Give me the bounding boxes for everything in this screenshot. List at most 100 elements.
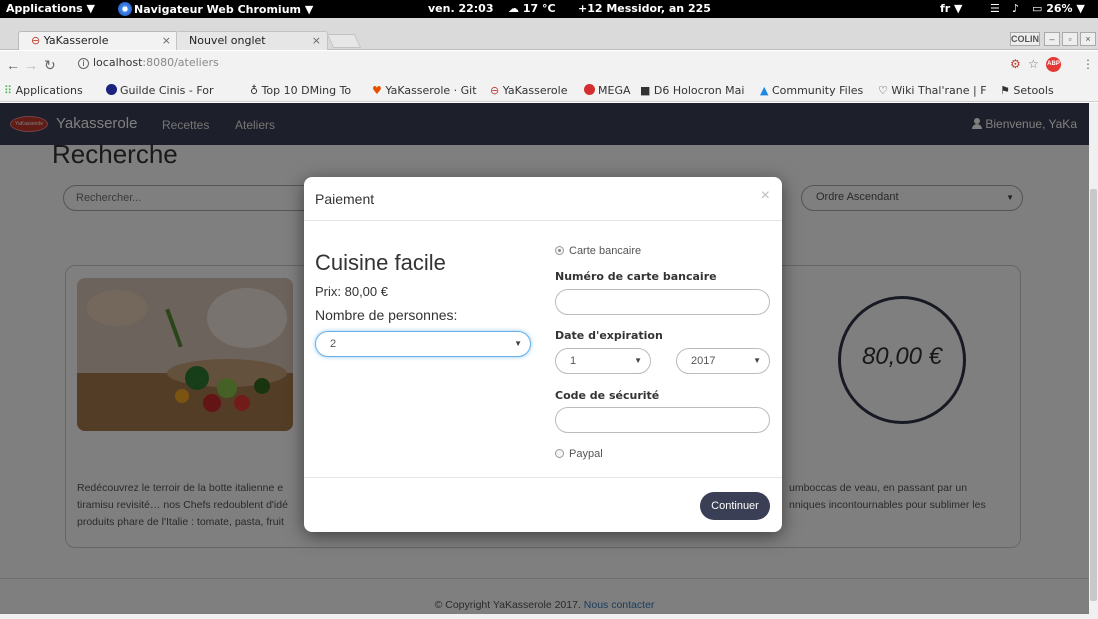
bookmarks-bar: ⠿ Applications Guilde Cinis - For ♁ Top …: [0, 81, 1098, 102]
bookmark-dming[interactable]: ♁ Top 10 DMing To: [250, 84, 351, 97]
tab-label: YaKasserole: [43, 34, 109, 47]
card-option-label: Carte bancaire: [569, 245, 642, 257]
holocron-icon: ■: [640, 84, 651, 97]
bookmark-label: Guilde Cinis - For: [120, 84, 214, 97]
bookmark-label: Setools: [1013, 84, 1054, 97]
close-icon[interactable]: ×: [162, 34, 171, 47]
persons-label: Nombre de personnes:: [315, 307, 458, 323]
card-radio-option[interactable]: Carte bancaire: [555, 245, 641, 257]
bookmark-label: Applications: [15, 84, 83, 97]
bookmark-label: Top 10 DMing To: [261, 84, 352, 97]
bookmark-label: MEGA: [598, 84, 631, 97]
modal-title: Paiement: [315, 191, 375, 207]
minimize-icon[interactable]: –: [1044, 32, 1060, 46]
expiry-year-value: 2017: [691, 355, 716, 367]
bookmark-holocron[interactable]: ■ D6 Holocron Mai: [640, 84, 744, 97]
bookmark-applications[interactable]: ⠿ Applications: [4, 84, 83, 97]
battery-level: 26% ▼: [1046, 2, 1085, 15]
tab-new[interactable]: Nouvel onglet ×: [176, 31, 328, 50]
maximize-icon[interactable]: ▫: [1062, 32, 1078, 46]
continue-button[interactable]: Continuer: [700, 492, 770, 520]
cvv-label: Code de sécurité: [555, 389, 660, 402]
mega-icon: [584, 84, 595, 95]
card-number-input[interactable]: [555, 289, 770, 315]
url-host: localhost: [93, 56, 143, 69]
apps-grid-icon: ⠿: [4, 84, 13, 97]
course-title: Cuisine facile: [315, 250, 446, 275]
paypal-radio-option[interactable]: Paypal: [555, 448, 603, 460]
expiry-label: Date d'expiration: [555, 329, 663, 342]
modal-footer: Continuer: [304, 477, 782, 532]
cvv-input[interactable]: [555, 407, 770, 433]
reload-icon[interactable]: ↻: [44, 57, 56, 74]
active-app-label: Navigateur Web Chromium ▼: [134, 3, 314, 16]
pin-icon: ♁: [250, 84, 259, 97]
weather-temp: 17 °C: [522, 2, 556, 15]
persons-value: 2: [330, 338, 337, 350]
active-app-menu[interactable]: Navigateur Web Chromium ▼: [118, 2, 313, 16]
tab-label: Nouvel onglet: [189, 34, 266, 47]
menu-dots-icon[interactable]: ⋮: [1082, 57, 1094, 71]
browser-toolbar: ← → ↻ i localhost:8080/ateliers ⚙ ☆ ⋮: [0, 51, 1098, 81]
close-icon[interactable]: ×: [312, 34, 321, 47]
chromium-icon: [118, 2, 132, 16]
window-close-icon[interactable]: ×: [1080, 32, 1096, 46]
expiry-year-select[interactable]: 2017 ▼: [676, 348, 770, 374]
profile-badge[interactable]: COLIN: [1010, 32, 1040, 46]
guilde-icon: [106, 84, 117, 95]
persons-select[interactable]: 2 ▼: [315, 331, 531, 357]
bookmark-wiki[interactable]: ♡ Wiki Thal'rane | F: [878, 84, 987, 97]
clock[interactable]: ven. 22:03: [428, 2, 493, 15]
bookmark-label: Wiki Thal'rane | F: [891, 84, 987, 97]
tab-yakasserole[interactable]: ⊖ YaKasserole ×: [18, 31, 178, 50]
bookmark-mega[interactable]: MEGA: [584, 84, 631, 97]
radio-checked-icon[interactable]: [555, 246, 564, 255]
yakasserole-icon: ⊖: [490, 84, 500, 97]
payment-modal: Paiement × Cuisine facile Prix: 80,00 € …: [304, 177, 782, 532]
adblock-icon[interactable]: ABP: [1046, 57, 1061, 72]
bookmark-gitlab[interactable]: ♥ YaKasserole · Git: [372, 84, 477, 97]
forward-arrow-icon[interactable]: →: [24, 57, 38, 73]
keyboard-layout[interactable]: fr ▼: [940, 2, 963, 15]
translate-icon[interactable]: ⚙: [1010, 57, 1021, 71]
volume-icon[interactable]: ♪: [1012, 2, 1019, 15]
bookmark-community[interactable]: ▲ Community Files: [760, 84, 863, 97]
calendar-date[interactable]: +12 Messidor, an 225: [578, 2, 711, 15]
wifi-icon[interactable]: ☰: [990, 2, 1000, 15]
weather[interactable]: ☁ 17 °C: [508, 2, 556, 15]
bookmark-setools[interactable]: ⚑ Setools: [1000, 84, 1054, 97]
modal-header: Paiement ×: [304, 177, 782, 221]
vertical-scrollbar[interactable]: [1089, 103, 1098, 614]
drive-icon: ▲: [760, 84, 769, 97]
gitlab-icon: ♥: [372, 84, 382, 97]
radio-unchecked-icon[interactable]: [555, 449, 564, 458]
heart-icon: ♡: [878, 84, 888, 97]
url-path: :8080/ateliers: [142, 56, 219, 69]
page-viewport: YaKasserole Yakasserole Recettes Atelier…: [0, 103, 1089, 614]
paypal-option-label: Paypal: [569, 448, 603, 460]
bookmark-label: D6 Holocron Mai: [653, 84, 745, 97]
new-tab-button[interactable]: [326, 34, 362, 48]
applications-menu[interactable]: Applications ▼: [6, 2, 95, 15]
chevron-down-icon: ▼: [753, 356, 761, 365]
card-number-label: Numéro de carte bancaire: [555, 270, 717, 283]
info-icon[interactable]: i: [78, 58, 89, 69]
star-icon[interactable]: ☆: [1028, 57, 1039, 71]
bookmark-guilde[interactable]: Guilde Cinis - For: [106, 84, 214, 97]
bookmark-label: YaKasserole · Git: [385, 84, 477, 97]
bookmark-yakasserole[interactable]: ⊖ YaKasserole: [490, 84, 568, 97]
course-price: Prix: 80,00 €: [315, 284, 388, 299]
bookmark-label: YaKasserole: [502, 84, 568, 97]
back-arrow-icon[interactable]: ←: [6, 57, 20, 73]
yakasserole-favicon: ⊖: [31, 34, 41, 47]
bookmark-label: Community Files: [771, 84, 864, 97]
expiry-month-select[interactable]: 1 ▼: [555, 348, 651, 374]
scroll-thumb[interactable]: [1090, 189, 1097, 601]
chevron-down-icon: ▼: [514, 339, 522, 348]
weather-icon: ☁: [508, 2, 519, 15]
close-icon[interactable]: ×: [761, 187, 770, 205]
address-bar[interactable]: i localhost:8080/ateliers: [78, 56, 219, 69]
horizontal-scrollbar[interactable]: [0, 614, 1098, 619]
expiry-month-value: 1: [570, 355, 577, 367]
battery-indicator[interactable]: ▭ 26% ▼: [1032, 2, 1085, 15]
